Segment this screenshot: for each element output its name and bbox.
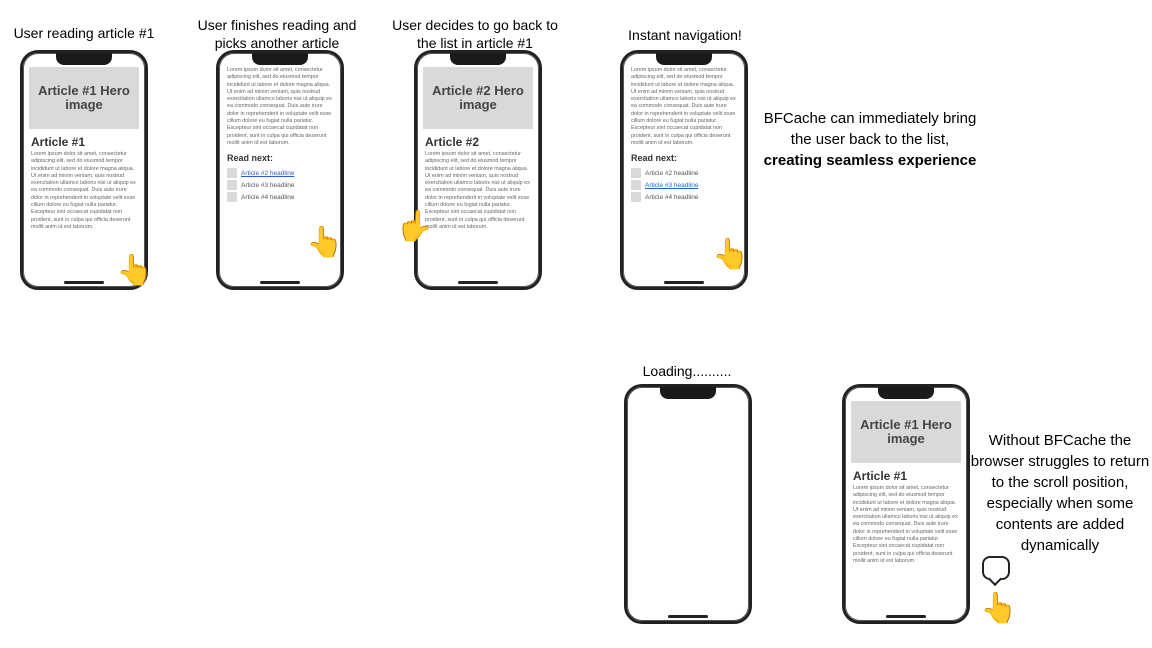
bfcache-benefit-line: BFCache can immediately bring the user b…	[764, 110, 977, 148]
thumbnail-placeholder	[227, 180, 237, 190]
phone-screen-1: Article #1 Hero image Article #1 Lorem i…	[29, 67, 139, 279]
read-next-item[interactable]: Article #3 headline	[225, 179, 335, 191]
speech-bubble-icon	[982, 556, 1010, 580]
phone-notch	[252, 53, 308, 65]
phone-notch	[56, 53, 112, 65]
read-next-heading: Read next:	[629, 147, 739, 167]
phone-notch	[878, 387, 934, 399]
article-body: Lorem ipsum dolor sit amet, consectetur …	[225, 67, 335, 147]
phone-frame-2: Lorem ipsum dolor sit amet, consectetur …	[216, 50, 344, 290]
article-title: Article #1	[851, 463, 961, 485]
caption-step3: User decides to go back to the list in a…	[390, 16, 560, 52]
article-title: Article #2	[423, 129, 533, 151]
article-body: Lorem ipsum dolor sit amet, consectetur …	[423, 151, 533, 231]
read-next-item[interactable]: Article #2 headline	[629, 167, 739, 179]
article-body: Lorem ipsum dolor sit amet, consectetur …	[851, 485, 961, 565]
phone-frame-3: Article #2 Hero image Article #2 Lorem i…	[414, 50, 542, 290]
hero-image-placeholder: Article #1 Hero image	[29, 67, 139, 129]
phone-screen-3: Article #2 Hero image Article #2 Lorem i…	[423, 67, 533, 279]
caption-step2: User finishes reading and picks another …	[192, 16, 362, 52]
bfcache-drawback-text: Without BFCache the browser struggles to…	[970, 430, 1150, 556]
read-next-heading: Read next:	[225, 147, 335, 167]
hero-image-placeholder: Article #1 Hero image	[851, 401, 961, 463]
thumbnail-placeholder	[631, 168, 641, 178]
phone-screen-loading	[633, 401, 743, 613]
home-indicator	[668, 615, 708, 618]
home-indicator	[664, 281, 704, 284]
thumbnail-placeholder	[631, 180, 641, 190]
read-next-link[interactable]: Article #3 headline	[645, 182, 698, 189]
phone-frame-loading	[624, 384, 752, 624]
read-next-item[interactable]: Article #4 headline	[225, 191, 335, 203]
phone-screen-2: Lorem ipsum dolor sit amet, consectetur …	[225, 67, 335, 279]
home-indicator	[886, 615, 926, 618]
article-title: Article #1	[29, 129, 139, 151]
phone-notch	[450, 53, 506, 65]
bfcache-benefit-bold: creating seamless experience	[764, 152, 977, 169]
bfcache-benefit-text: BFCache can immediately bring the user b…	[760, 108, 980, 171]
read-next-link[interactable]: Article #2 headline	[645, 170, 698, 177]
caption-step1: User reading article #1	[4, 24, 164, 42]
phone-frame-4: Lorem ipsum dolor sit amet, consectetur …	[620, 50, 748, 290]
phone-screen-6: Article #1 Hero image Article #1 Lorem i…	[851, 401, 961, 613]
phone-frame-6: Article #1 Hero image Article #1 Lorem i…	[842, 384, 970, 624]
home-indicator	[260, 281, 300, 284]
phone-notch	[660, 387, 716, 399]
read-next-link[interactable]: Article #4 headline	[241, 194, 294, 201]
read-next-item[interactable]: Article #3 headline	[629, 179, 739, 191]
caption-step4: Instant navigation!	[610, 26, 760, 44]
read-next-link[interactable]: Article #3 headline	[241, 182, 294, 189]
hero-image-placeholder: Article #2 Hero image	[423, 67, 533, 129]
phone-screen-4: Lorem ipsum dolor sit amet, consectetur …	[629, 67, 739, 279]
thumbnail-placeholder	[631, 192, 641, 202]
read-next-item[interactable]: Article #2 headline	[225, 167, 335, 179]
article-body: Lorem ipsum dolor sit amet, consectetur …	[29, 151, 139, 231]
phone-notch	[656, 53, 712, 65]
pointing-hand-icon: 👆	[980, 594, 1017, 624]
home-indicator	[64, 281, 104, 284]
caption-loading: Loading..........	[622, 362, 752, 380]
read-next-link[interactable]: Article #2 headline	[241, 170, 294, 177]
thumbnail-placeholder	[227, 192, 237, 202]
read-next-item[interactable]: Article #4 headline	[629, 191, 739, 203]
thumbnail-placeholder	[227, 168, 237, 178]
phone-frame-1: Article #1 Hero image Article #1 Lorem i…	[20, 50, 148, 290]
read-next-link[interactable]: Article #4 headline	[645, 194, 698, 201]
home-indicator	[458, 281, 498, 284]
article-body: Lorem ipsum dolor sit amet, consectetur …	[629, 67, 739, 147]
